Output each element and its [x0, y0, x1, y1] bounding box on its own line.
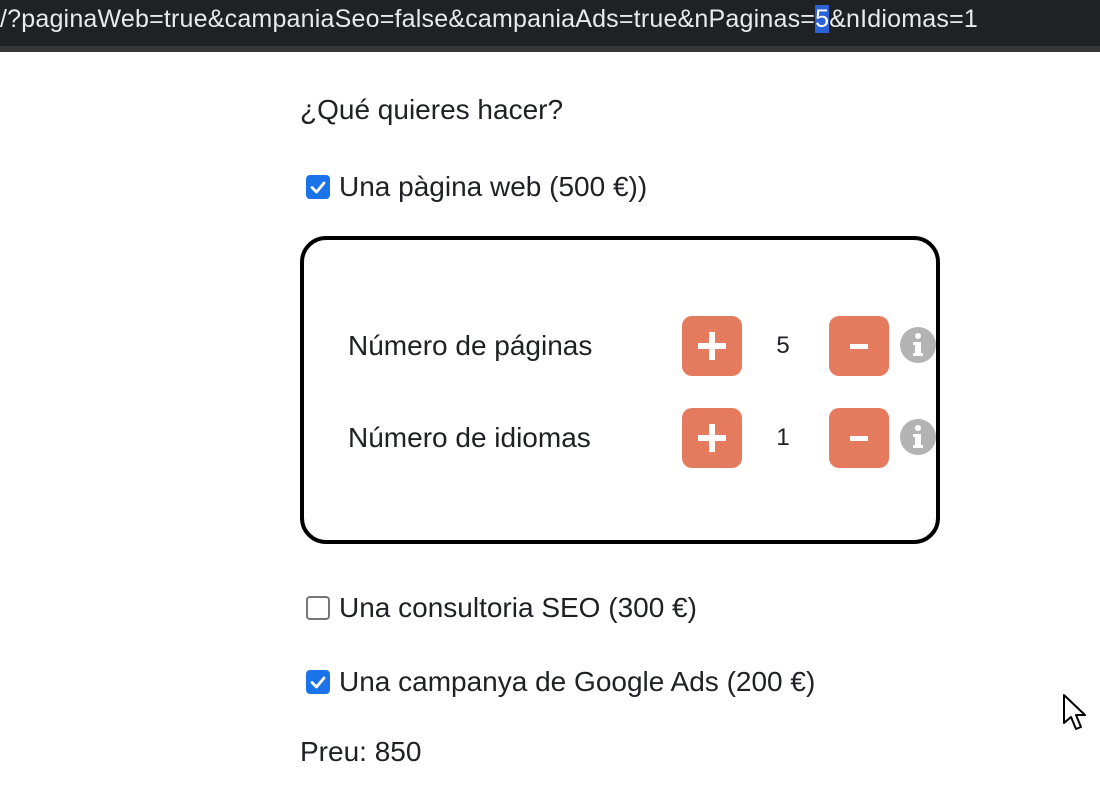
question-heading: ¿Qué quieres hacer?	[300, 94, 564, 125]
languages-info-icon[interactable]	[898, 417, 938, 457]
url-text[interactable]: /?paginaWeb=true&campaniaSeo=false&campa…	[0, 4, 978, 34]
pages-decrement-button[interactable]	[829, 316, 889, 376]
plus-icon	[698, 424, 726, 452]
option-seo[interactable]: Una consultoria SEO (300 €)	[306, 592, 697, 624]
option-web-page[interactable]: Una pàgina web (500 €))	[306, 171, 647, 203]
google-ads-label: Una campanya de Google Ads (200 €)	[339, 666, 816, 697]
checkmark-icon	[310, 181, 326, 194]
minus-icon	[850, 344, 868, 349]
web-options-panel: Número de páginas 5 Número de idiomas 1	[300, 236, 940, 544]
minus-icon	[850, 436, 868, 441]
languages-increment-button[interactable]	[682, 408, 742, 468]
info-icon	[900, 419, 936, 455]
page-content: ¿Qué quieres hacer? Una pàgina web (500 …	[0, 52, 1100, 798]
languages-value: 1	[776, 424, 790, 451]
pages-info-icon[interactable]	[898, 325, 938, 365]
google-ads-checkbox[interactable]	[306, 670, 330, 694]
option-google-ads[interactable]: Una campanya de Google Ads (200 €)	[306, 666, 815, 698]
url-text-before: /?paginaWeb=true&campaniaSeo=false&campa…	[0, 5, 816, 33]
pages-row: Número de páginas 5	[348, 316, 936, 376]
url-text-after: &nIdiomas=1	[829, 5, 979, 33]
seo-label: Una consultoria SEO (300 €)	[339, 592, 697, 623]
checkmark-icon	[310, 676, 326, 689]
address-bar[interactable]: /?paginaWeb=true&campaniaSeo=false&campa…	[0, 0, 1100, 52]
pages-value: 5	[776, 332, 790, 359]
languages-label: Número de idiomas	[348, 422, 591, 453]
pages-label: Número de páginas	[348, 330, 593, 361]
pages-increment-button[interactable]	[682, 316, 742, 376]
seo-checkbox[interactable]	[306, 596, 330, 620]
web-page-label: Una pàgina web (500 €))	[339, 171, 648, 202]
languages-row: Número de idiomas 1	[348, 408, 936, 468]
mouse-cursor-icon	[1063, 694, 1086, 730]
web-page-checkbox[interactable]	[306, 175, 330, 199]
price-total: Preu: 850	[300, 736, 422, 767]
languages-decrement-button[interactable]	[829, 408, 889, 468]
url-selected-text: 5	[815, 5, 830, 33]
plus-icon	[698, 332, 726, 360]
info-icon	[900, 327, 936, 363]
